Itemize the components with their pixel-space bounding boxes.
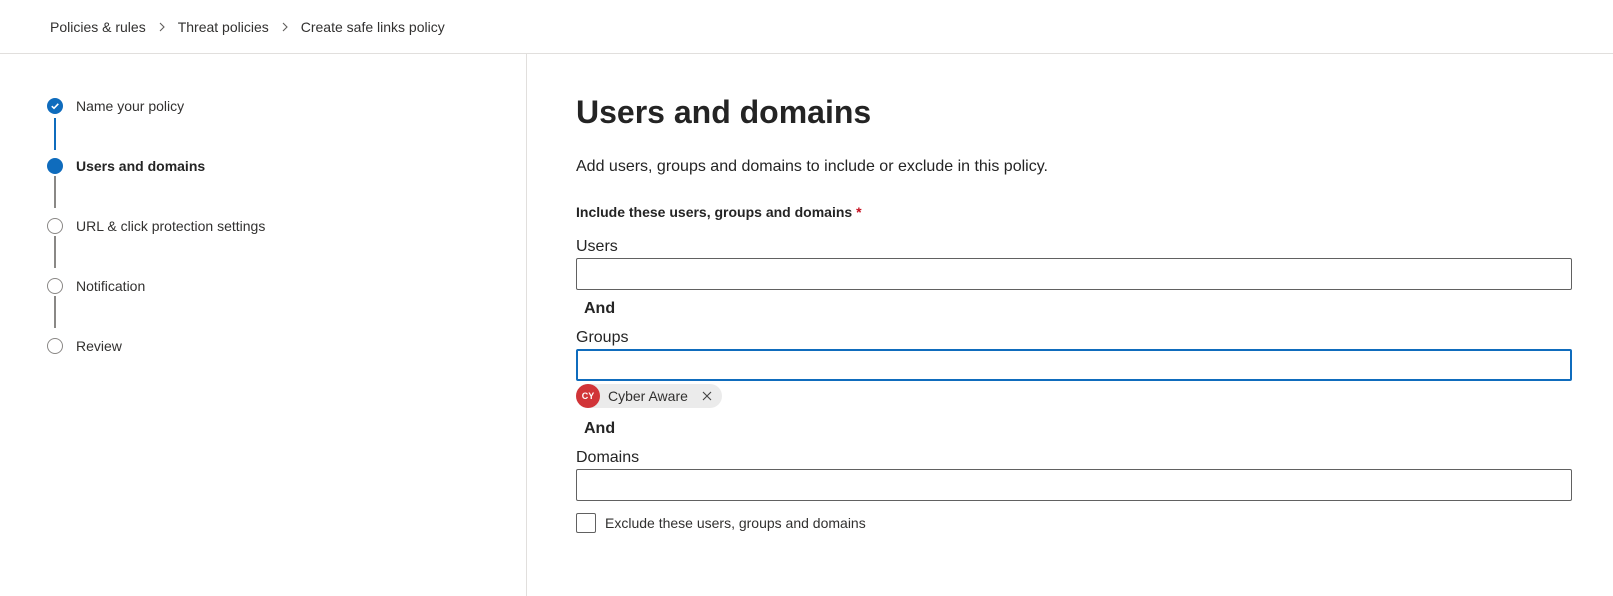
avatar: CY	[576, 384, 600, 408]
step-connector	[54, 296, 56, 328]
breadcrumb-policies-rules[interactable]: Policies & rules	[50, 19, 146, 35]
groups-label: Groups	[576, 329, 629, 346]
dismiss-icon[interactable]	[700, 389, 714, 403]
include-label-text: Include these users, groups and domains	[576, 204, 853, 220]
wizard-step-name-your-policy[interactable]: Name your policy	[47, 96, 184, 116]
breadcrumb-current-page: Create safe links policy	[300, 18, 445, 35]
required-marker: *	[856, 204, 862, 220]
step-connector	[54, 176, 56, 208]
exclude-checkbox[interactable]	[576, 513, 596, 533]
wizard-steps-panel: Name your policy Users and domains URL &…	[0, 54, 527, 596]
users-label: Users	[576, 238, 618, 255]
chip-label: Cyber Aware	[608, 388, 688, 404]
and-label: And	[584, 420, 616, 437]
pending-step-icon	[47, 218, 63, 234]
page-description: Add users, groups and domains to include…	[576, 158, 1048, 175]
and-label: And	[584, 300, 616, 317]
breadcrumb-threat-policies[interactable]: Threat policies	[178, 19, 269, 35]
current-step-icon	[47, 158, 63, 174]
checkmark-icon	[47, 98, 63, 114]
step-connector	[54, 236, 56, 268]
selected-group-chip: CY Cyber Aware	[576, 384, 722, 408]
chevron-right-icon	[280, 22, 290, 32]
wizard-step-review[interactable]: Review	[47, 336, 122, 356]
domains-label: Domains	[576, 449, 640, 466]
users-input[interactable]	[576, 258, 1572, 290]
domains-input[interactable]	[576, 469, 1572, 501]
page-title: Users and domains	[576, 94, 872, 130]
wizard-step-url-click-protection[interactable]: URL & click protection settings	[47, 216, 265, 236]
pending-step-icon	[47, 338, 63, 354]
wizard-step-notification[interactable]: Notification	[47, 276, 145, 296]
exclude-checkbox-label[interactable]: Exclude these users, groups and domains	[605, 515, 866, 531]
step-label: Users and domains	[76, 158, 206, 174]
groups-input[interactable]	[576, 349, 1572, 381]
chevron-right-icon	[157, 22, 167, 32]
wizard-step-users-and-domains[interactable]: Users and domains	[47, 156, 205, 176]
pending-step-icon	[47, 278, 63, 294]
step-label: URL & click protection settings	[76, 218, 266, 234]
include-section-label: Include these users, groups and domains *	[576, 204, 862, 220]
step-label: Review	[76, 338, 122, 354]
breadcrumb: Policies & rules Threat policies Create …	[0, 0, 1613, 54]
step-connector	[54, 118, 56, 150]
step-label: Name your policy	[76, 98, 185, 114]
step-label: Notification	[76, 278, 146, 294]
exclude-checkbox-row[interactable]: Exclude these users, groups and domains	[576, 513, 866, 533]
